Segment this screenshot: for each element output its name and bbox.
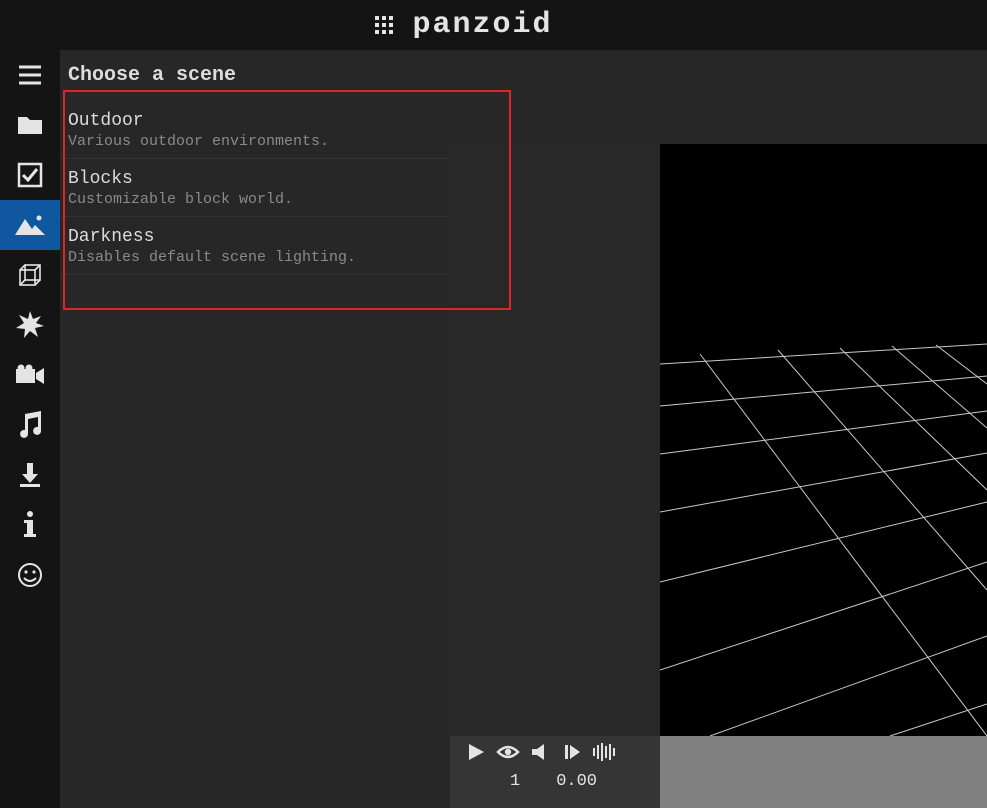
- mute-button[interactable]: [528, 742, 552, 766]
- player-bar: 1 0.00: [450, 736, 660, 808]
- projects-button[interactable]: [0, 100, 60, 150]
- viewport-top-gutter: [450, 50, 987, 144]
- scene-description: Various outdoor environments.: [68, 133, 442, 150]
- speaker-icon: [530, 742, 550, 767]
- viewport-left-gutter: [450, 144, 660, 736]
- play-icon: [466, 742, 486, 767]
- camera-button[interactable]: [0, 350, 60, 400]
- scene-option-outdoor[interactable]: Outdoor Various outdoor environments.: [60, 101, 450, 159]
- panel-title: Choose a scene: [60, 50, 450, 101]
- feedback-button[interactable]: [0, 550, 60, 600]
- eye-icon: [496, 742, 520, 767]
- play-button[interactable]: [464, 742, 488, 766]
- smiley-icon: [17, 562, 43, 588]
- preview-button[interactable]: [496, 742, 520, 766]
- player-readout: 1 0.00: [450, 768, 660, 791]
- player-controls: [450, 736, 660, 768]
- scene-picker-panel: Choose a scene Outdoor Various outdoor e…: [60, 50, 450, 808]
- scene-title: Blocks: [68, 169, 442, 189]
- scene-title: Outdoor: [68, 111, 442, 131]
- objects-button[interactable]: [0, 250, 60, 300]
- scene-title: Darkness: [68, 227, 442, 247]
- effects-button[interactable]: [0, 300, 60, 350]
- hamburger-icon: [16, 61, 44, 89]
- 3d-viewport[interactable]: [660, 144, 987, 736]
- video-camera-icon: [15, 364, 45, 386]
- grid-icon: [374, 15, 394, 35]
- folder-icon: [16, 112, 44, 138]
- step-forward-icon: [562, 742, 582, 767]
- editor-area: 1 0.00: [450, 50, 987, 808]
- properties-button[interactable]: [0, 150, 60, 200]
- landscape-icon: [15, 213, 45, 237]
- frame-counter: 1: [510, 772, 520, 791]
- left-toolbar: [0, 50, 60, 808]
- music-note-icon: [17, 411, 43, 439]
- download-button[interactable]: [0, 450, 60, 500]
- scene-description: Customizable block world.: [68, 191, 442, 208]
- menu-button[interactable]: [0, 50, 60, 100]
- cube-icon: [16, 261, 44, 289]
- info-icon: [22, 510, 38, 540]
- info-button[interactable]: [0, 500, 60, 550]
- audio-button[interactable]: [0, 400, 60, 450]
- scene-description: Disables default scene lighting.: [68, 249, 442, 266]
- checkbox-icon: [17, 162, 43, 188]
- app-header: panzoid: [0, 0, 987, 50]
- download-icon: [17, 461, 43, 489]
- scene-option-blocks[interactable]: Blocks Customizable block world.: [60, 159, 450, 217]
- scene-option-darkness[interactable]: Darkness Disables default scene lighting…: [60, 217, 450, 275]
- scene-button[interactable]: [0, 200, 60, 250]
- timeline-track[interactable]: [660, 736, 987, 808]
- logo-text: panzoid: [412, 8, 552, 42]
- waveform-button[interactable]: [592, 742, 616, 766]
- time-counter: 0.00: [556, 772, 597, 791]
- waveform-icon: [592, 742, 616, 767]
- sparkle-icon: [15, 310, 45, 340]
- brand[interactable]: panzoid: [374, 0, 552, 50]
- step-button[interactable]: [560, 742, 584, 766]
